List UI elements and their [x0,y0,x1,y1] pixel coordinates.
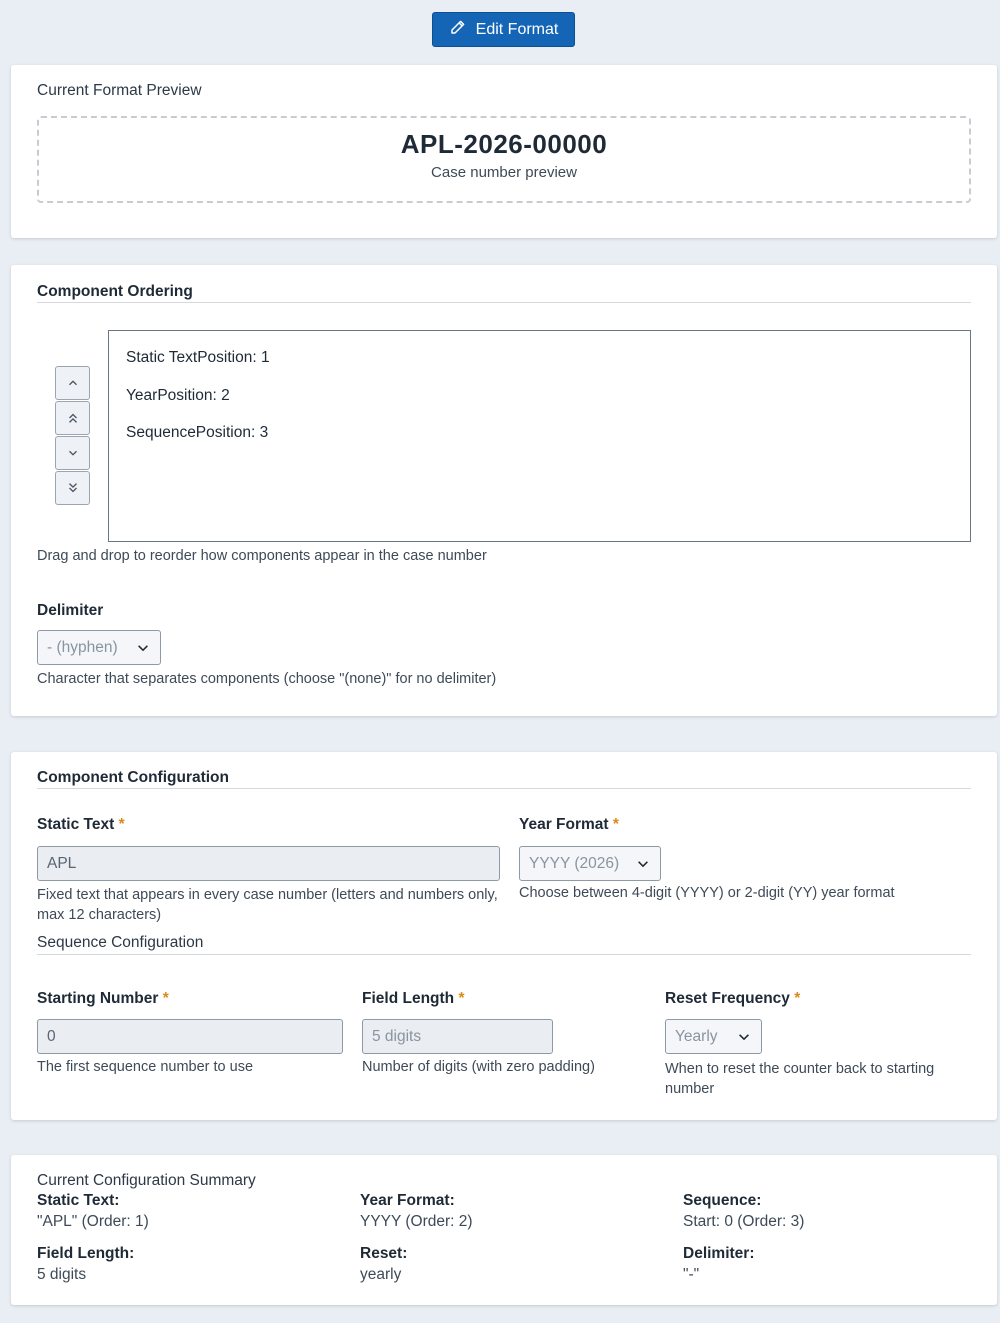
configuration-title: Component Configuration [37,769,229,786]
summary-delimiter: Delimiter: "-" [683,1245,755,1283]
edit-format-label: Edit Format [475,20,559,38]
required-marker: * [458,990,465,1007]
list-item[interactable]: YearPosition: 2 [126,387,230,405]
double-chevron-up-icon [68,413,77,423]
delimiter-help: Character that separates components (cho… [37,671,497,687]
case-number-preview: APL-2026-00000 [400,129,608,159]
delimiter-select[interactable]: - (hyphen) [37,630,161,665]
field-length-help: Number of digits (with zero padding) [362,1059,595,1075]
chevron-down-icon [138,644,148,651]
chevron-down-icon [739,1033,749,1040]
top-bar: Edit Format [0,0,1000,60]
preview-box: APL-2026-00000 Case number preview [37,116,971,203]
list-item[interactable]: Static TextPosition: 1 [126,349,270,367]
year-format-select[interactable]: YYYY (2026) [519,846,661,881]
summary-sequence: Sequence: Start: 0 (Order: 3) [683,1192,805,1230]
format-preview-card: Current Format Preview APL-2026-00000 Ca… [11,65,997,238]
ordering-divider [37,302,971,303]
static-text-label: Static Text * [37,816,125,833]
pencil-icon [449,18,467,41]
double-chevron-down-icon [68,483,77,493]
starting-number-help: The first sequence number to use [37,1059,254,1075]
move-up-button[interactable] [55,366,90,400]
required-marker: * [162,990,169,1007]
summary-reset: Reset: yearly [360,1245,408,1283]
summary-year-format: Year Format: YYYY (Order: 2) [360,1192,473,1230]
preview-title: Current Format Preview [37,82,202,99]
chevron-up-icon [68,380,77,386]
summary-title: Current Configuration Summary [37,1172,256,1189]
move-bottom-button[interactable] [55,471,90,505]
chevron-down-icon [638,860,648,867]
configuration-summary-card: Current Configuration Summary Static Tex… [11,1155,997,1305]
required-marker: * [612,816,619,833]
reset-frequency-help: When to reset the counter back to starti… [665,1061,935,1097]
list-item[interactable]: SequencePosition: 3 [126,424,268,442]
ordering-title: Component Ordering [37,283,193,300]
sequence-divider [37,954,971,955]
edit-format-button[interactable]: Edit Format [432,12,575,47]
summary-field-length: Field Length: 5 digits [37,1245,135,1283]
delimiter-label: Delimiter [37,602,104,619]
component-order-list[interactable]: Static TextPosition: 1 YearPosition: 2 S… [108,330,971,542]
field-length-field[interactable]: 5 digits [362,1019,553,1054]
required-marker: * [794,990,801,1007]
chevron-down-icon [68,450,77,456]
field-length-label: Field Length * [362,990,465,1007]
move-down-button[interactable] [55,436,90,470]
starting-number-field[interactable]: 0 [37,1019,343,1054]
component-ordering-card: Component Ordering Static TextPosition: … [11,265,997,716]
summary-static-text: Static Text: "APL" (Order: 1) [37,1192,149,1230]
component-configuration-card: Component Configuration Static Text * AP… [11,752,997,1120]
delimiter-value: - (hyphen) [47,638,118,656]
reset-frequency-select[interactable]: Yearly [665,1019,762,1054]
year-format-help: Choose between 4-digit (YYYY) or 2-digit… [519,885,895,901]
sequence-configuration-title: Sequence Configuration [37,934,204,951]
static-text-help: Fixed text that appears in every case nu… [37,887,498,923]
ordering-help: Drag and drop to reorder how components … [37,548,487,564]
required-marker: * [118,816,125,833]
preview-caption: Case number preview [431,164,577,181]
static-text-field[interactable]: APL [37,846,500,881]
starting-number-label: Starting Number * [37,990,169,1007]
year-format-label: Year Format * [519,816,619,833]
move-top-button[interactable] [55,401,90,435]
reset-frequency-label: Reset Frequency * [665,990,801,1007]
configuration-divider [37,788,971,789]
